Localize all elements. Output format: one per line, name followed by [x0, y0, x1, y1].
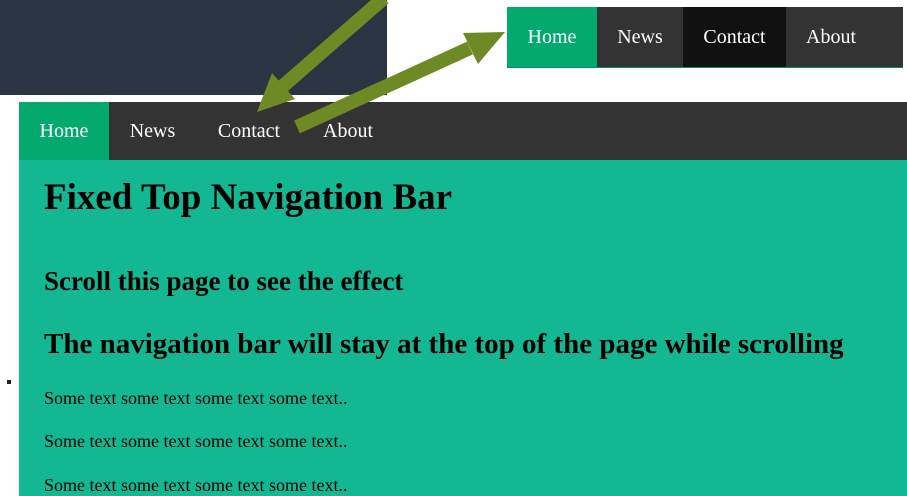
- inset-nav-home[interactable]: Home: [507, 7, 597, 67]
- main-navbar: Home News Contact About: [19, 102, 907, 160]
- body-paragraph: Some text some text some text some text.…: [44, 388, 348, 408]
- inset-nav-about[interactable]: About: [786, 7, 876, 67]
- dark-header-panel: [0, 0, 387, 95]
- inset-nav-contact[interactable]: Contact: [683, 7, 786, 67]
- inset-nav-news[interactable]: News: [597, 7, 683, 67]
- main-nav-home[interactable]: Home: [19, 102, 109, 160]
- page-content: Fixed Top Navigation Bar Scroll this pag…: [19, 160, 907, 496]
- main-nav-news[interactable]: News: [109, 102, 196, 160]
- main-nav-contact[interactable]: Contact: [196, 102, 302, 160]
- page-subtitle: Scroll this page to see the effect: [44, 266, 404, 296]
- bullet-dot: [7, 380, 11, 384]
- page-subtitle-2: The navigation bar will stay at the top …: [44, 328, 844, 360]
- body-paragraph: Some text some text some text some text.…: [44, 431, 348, 451]
- main-nav-about[interactable]: About: [302, 102, 394, 160]
- page-title: Fixed Top Navigation Bar: [44, 177, 453, 218]
- body-paragraph: Some text some text some text some text.…: [44, 475, 348, 495]
- inset-navbar: Home News Contact About: [507, 7, 903, 68]
